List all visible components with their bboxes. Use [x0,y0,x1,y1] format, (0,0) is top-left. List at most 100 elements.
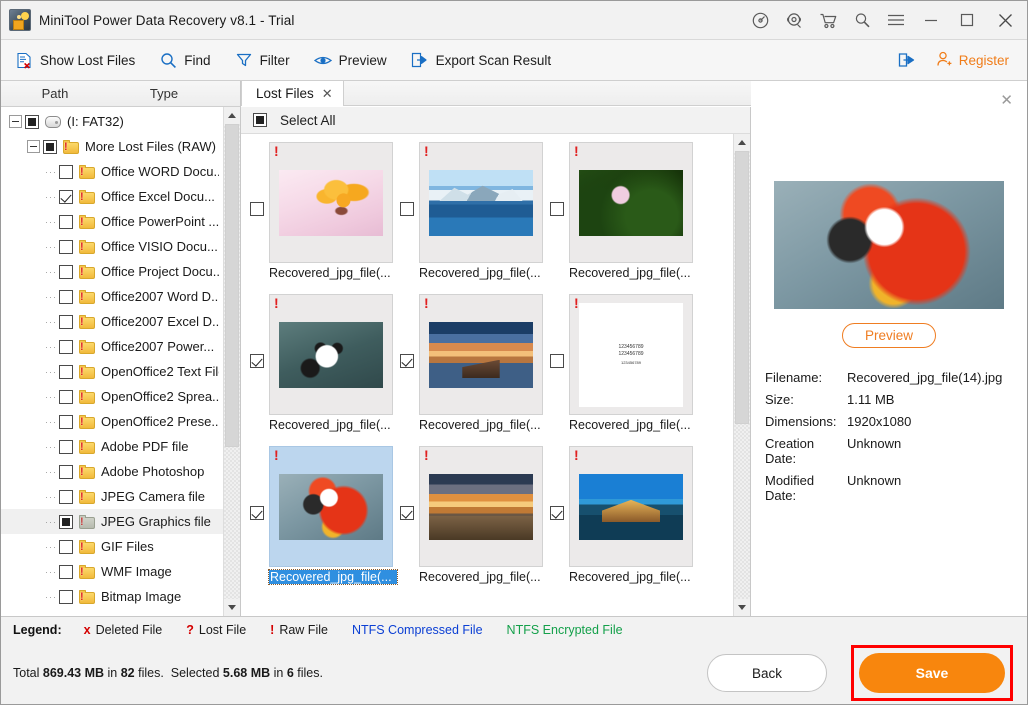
tree-item-i-fat32[interactable]: (I: FAT32) [1,109,223,134]
tree-scroll-track[interactable] [224,124,240,599]
minimize-button[interactable] [913,1,949,40]
tree-scroll-down-button[interactable] [224,599,240,616]
tree-item-more-lost-files-raw[interactable]: !More Lost Files (RAW) [1,134,223,159]
file-thumbnail[interactable]: !123456789123456789123456789 [569,294,693,415]
file-thumbnail-cell[interactable]: !Recovered_jpg_file(... [247,292,397,444]
tree-item-checkbox[interactable] [59,165,73,179]
tab-lost-files[interactable]: Lost Files ✕ [241,80,344,106]
tree-item-checkbox[interactable] [59,265,73,279]
tree-scroll-up-button[interactable] [224,107,240,124]
toolbar-find[interactable]: Find [155,47,222,73]
tree-item-office-powerpoint[interactable]: ···!Office PowerPoint ... [1,209,223,234]
disc-speed-icon[interactable] [743,1,777,40]
tree-item-checkbox[interactable] [59,240,73,254]
file-thumbnail-cell[interactable]: !Recovered_jpg_file(... [547,140,697,292]
file-checkbox[interactable] [400,202,414,216]
tree-item-checkbox[interactable] [59,365,73,379]
tree-item-checkbox[interactable] [59,415,73,429]
tab-close-icon[interactable]: ✕ [322,86,333,102]
tree-scroll-thumb[interactable] [225,124,239,447]
file-checkbox[interactable] [250,202,264,216]
support-headset-icon[interactable] [777,1,811,40]
tree-item-checkbox[interactable] [59,490,73,504]
tree-item-checkbox[interactable] [59,440,73,454]
tree-item-checkbox[interactable] [43,140,57,154]
close-button[interactable] [985,1,1025,40]
preview-close-icon[interactable]: ✕ [1000,91,1013,109]
grid-scroll-down-button[interactable] [734,599,750,616]
tree-item-bitmap-image[interactable]: ···!Bitmap Image [1,584,223,609]
file-thumbnail[interactable]: ! [569,446,693,567]
search-magnifier-icon[interactable] [845,1,879,40]
hamburger-menu-icon[interactable] [879,1,913,40]
tree-vertical-scrollbar[interactable] [223,107,240,616]
file-checkbox[interactable] [250,354,264,368]
file-thumbnail-cell[interactable]: !123456789123456789123456789Recovered_jp… [547,292,697,444]
column-header-path[interactable]: Path [1,86,109,101]
back-button[interactable]: Back [707,654,827,692]
grid-scroll-track[interactable] [734,151,750,599]
tree-item-checkbox[interactable] [59,215,73,229]
tree-item-checkbox[interactable] [59,290,73,304]
toolbar-filter[interactable]: Filter [231,47,302,73]
tree-item-openoffice2-prese[interactable]: ···!OpenOffice2 Prese... [1,409,223,434]
tree-item-adobe-photoshop[interactable]: ···!Adobe Photoshop [1,459,223,484]
save-button[interactable]: Save [859,653,1005,693]
tree-item-office2007-word-d[interactable]: ···!Office2007 Word D... [1,284,223,309]
shopping-cart-icon[interactable] [811,1,845,40]
tree-item-checkbox[interactable] [59,515,73,529]
tree-item-jpeg-camera-file[interactable]: ···!JPEG Camera file [1,484,223,509]
share-export-icon-button[interactable] [894,47,928,73]
file-thumbnail-cell[interactable]: !Recovered_jpg_file(... [247,140,397,292]
file-thumbnail-cell[interactable]: !Recovered_jpg_file(... [397,140,547,292]
tree-item-office-excel-docu[interactable]: ···!Office Excel Docu... [1,184,223,209]
tree-item-adobe-pdf-file[interactable]: ···!Adobe PDF file [1,434,223,459]
grid-scroll-thumb[interactable] [735,151,749,424]
toolbar-preview[interactable]: Preview [310,47,399,73]
tree-item-wmf-image[interactable]: ···!WMF Image [1,559,223,584]
file-thumbnail[interactable]: ! [269,446,393,567]
tree-item-checkbox[interactable] [59,390,73,404]
maximize-button[interactable] [949,1,985,40]
tree-item-checkbox[interactable] [59,315,73,329]
tree-item-openoffice2-sprea[interactable]: ···!OpenOffice2 Sprea... [1,384,223,409]
tree-item-office-word-docu[interactable]: ···!Office WORD Docu... [1,159,223,184]
tree-item-checkbox[interactable] [59,190,73,204]
tree-item-office-visio-docu[interactable]: ···!Office VISIO Docu... [1,234,223,259]
tree-item-office-project-docu[interactable]: ···!Office Project Docu... [1,259,223,284]
file-checkbox[interactable] [400,506,414,520]
file-thumbnail[interactable]: ! [419,446,543,567]
file-checkbox[interactable] [550,506,564,520]
file-thumbnail[interactable]: ! [269,142,393,263]
tree-item-office2007-power[interactable]: ···!Office2007 Power... [1,334,223,359]
file-thumbnail-cell[interactable]: !Recovered_jpg_file(... [397,292,547,444]
grid-vertical-scrollbar[interactable] [733,134,750,616]
file-checkbox[interactable] [400,354,414,368]
tree-item-checkbox[interactable] [59,465,73,479]
grid-scroll-up-button[interactable] [734,134,750,151]
toolbar-export-scan-result[interactable]: Export Scan Result [407,47,564,73]
tree-item-jpeg-graphics-file[interactable]: ···!JPEG Graphics file [1,509,223,534]
toolbar-show-lost-files[interactable]: Show Lost Files [11,47,147,73]
file-checkbox[interactable] [550,354,564,368]
file-thumbnail[interactable]: ! [269,294,393,415]
tree-item-office2007-excel-d[interactable]: ···!Office2007 Excel D... [1,309,223,334]
tree-item-checkbox[interactable] [25,115,39,129]
tree-item-checkbox[interactable] [59,540,73,554]
file-thumbnail-cell[interactable]: !Recovered_jpg_file(... [247,444,397,596]
tree-item-checkbox[interactable] [59,340,73,354]
register-button[interactable]: Register [936,51,1017,70]
preview-button[interactable]: Preview [842,323,936,348]
file-thumbnail[interactable]: ! [419,294,543,415]
file-thumbnail[interactable]: ! [419,142,543,263]
tree-expander-icon[interactable] [27,140,40,153]
select-all-checkbox[interactable] [253,113,267,127]
file-thumbnail-cell[interactable]: !Recovered_jpg_file(... [397,444,547,596]
file-thumbnail[interactable]: ! [569,142,693,263]
column-header-type[interactable]: Type [109,86,219,101]
file-thumbnail-cell[interactable]: !Recovered_jpg_file(... [547,444,697,596]
file-checkbox[interactable] [550,202,564,216]
tree-item-checkbox[interactable] [59,565,73,579]
tree-expander-icon[interactable] [9,115,22,128]
tree-item-checkbox[interactable] [59,590,73,604]
